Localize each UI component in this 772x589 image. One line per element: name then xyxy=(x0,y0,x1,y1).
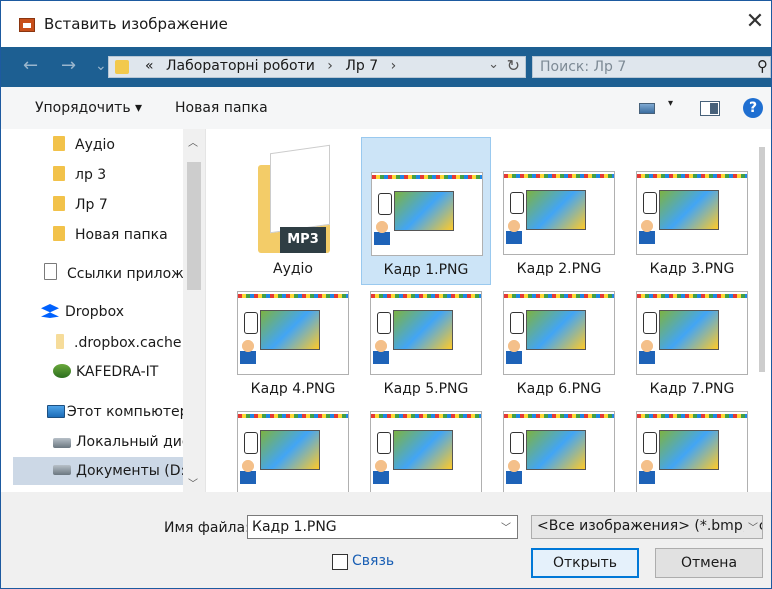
new-folder-button[interactable]: Новая папка xyxy=(175,100,268,116)
image-thumbnail xyxy=(636,411,748,492)
sidebar-item-dropbox[interactable]: Dropbox xyxy=(41,304,124,332)
image-thumbnail xyxy=(237,291,349,375)
file-tile-kadr-11[interactable] xyxy=(627,377,757,492)
scrollbar-thumb[interactable] xyxy=(187,162,201,290)
navigation-pane: Аудіо лр 3 Лр 7 Новая папка Ссылки прило… xyxy=(1,129,205,492)
address-bar[interactable]: « Лабораторні роботи › Лр 7 › ⌄ ↻ xyxy=(108,56,526,78)
title-bar: Вставить изображение ✕ xyxy=(1,1,771,47)
image-thumbnail xyxy=(503,171,615,255)
disk-icon xyxy=(53,465,71,475)
filename-combobox[interactable]: ﹀ xyxy=(247,515,518,539)
sidebar-item-label: KAFEDRA-IT xyxy=(76,364,159,380)
recent-locations-button[interactable]: ⌄ xyxy=(95,55,107,77)
sidebar-item-label: Новая папка xyxy=(75,227,168,243)
document-icon xyxy=(44,263,57,280)
navigation-pane-scrollbar[interactable]: ︿ ﹀ xyxy=(183,129,205,492)
chevron-down-icon[interactable]: ﹀ xyxy=(501,519,511,534)
sidebar-item-audio[interactable]: Аудіо xyxy=(53,136,115,164)
sidebar-item-label: Ссылки приложен xyxy=(67,266,202,282)
sidebar-item-label: Локальный диск xyxy=(76,434,199,450)
file-tile-kadr-9[interactable] xyxy=(361,377,491,492)
sidebar-item-label: Этот компьютер xyxy=(67,404,189,420)
sidebar-item-documents-d[interactable]: Документы (D:) xyxy=(13,457,191,485)
audio-folder-icon: MP3 xyxy=(250,144,338,257)
image-thumbnail xyxy=(237,411,349,492)
toolbar: Упорядочить ▾ Новая папка ▾ ? xyxy=(1,87,771,129)
image-thumbnail xyxy=(370,291,482,375)
back-button[interactable]: ← xyxy=(23,55,38,77)
image-thumbnail xyxy=(503,291,615,375)
dialog-title: Вставить изображение xyxy=(44,15,228,33)
insert-image-dialog: Вставить изображение ✕ ← → ⌄ « Лаборатор… xyxy=(0,0,772,589)
refresh-icon[interactable]: ↻ xyxy=(507,56,520,75)
scroll-up-icon[interactable]: ︿ xyxy=(188,134,198,149)
close-button[interactable]: ✕ xyxy=(743,9,767,35)
image-thumbnail xyxy=(371,172,483,256)
address-dropdown-icon[interactable]: ⌄ xyxy=(488,57,499,72)
link-checkbox-label[interactable]: Связь xyxy=(352,553,394,569)
sidebar-item-label: .dropbox.cache xyxy=(74,335,182,351)
folder-icon xyxy=(53,166,65,181)
sidebar-item-lr3[interactable]: лр 3 xyxy=(53,166,106,194)
network-icon xyxy=(53,364,71,378)
sidebar-item-dropbox-cache[interactable]: .dropbox.cache xyxy=(56,334,181,362)
help-icon[interactable]: ? xyxy=(743,98,763,118)
image-thumbnail xyxy=(636,171,748,255)
sidebar-item-label: Документы (D:) xyxy=(76,463,191,479)
navigation-bar: ← → ⌄ « Лабораторні роботи › Лр 7 › ⌄ ↻ … xyxy=(1,47,771,87)
image-thumbnail xyxy=(370,411,482,492)
file-tile-kadr-8[interactable] xyxy=(228,377,358,492)
sidebar-item-label: Лр 7 xyxy=(75,197,108,213)
search-input[interactable]: Поиск: Лр 7 ⚲ xyxy=(532,56,771,78)
chevron-down-icon[interactable]: ﹀ xyxy=(744,519,758,534)
breadcrumb-overflow[interactable]: « xyxy=(145,58,154,74)
folder-icon xyxy=(115,60,129,74)
breadcrumb-item[interactable]: Лабораторні роботи xyxy=(166,58,315,74)
image-thumbnail xyxy=(636,291,748,375)
computer-icon xyxy=(47,405,65,418)
cancel-button[interactable]: Отмена xyxy=(655,548,763,578)
dialog-footer: Имя файла: ﹀ <Все изображения> (*.bmp;*.… xyxy=(1,492,771,588)
scrollbar-thumb[interactable] xyxy=(759,147,765,372)
sidebar-item-kafedra-it[interactable]: KAFEDRA-IT xyxy=(53,364,158,392)
breadcrumb-item[interactable]: Лр 7 xyxy=(345,58,378,74)
scroll-down-icon[interactable]: ﹀ xyxy=(188,475,198,490)
file-type-value: <Все изображения> (*.bmp;*.c xyxy=(537,518,763,534)
dropbox-icon xyxy=(41,304,59,318)
filename-label: Имя файла: xyxy=(164,520,250,536)
open-button[interactable]: Открыть xyxy=(531,548,639,578)
link-checkbox[interactable] xyxy=(332,554,348,570)
file-list-scrollbar[interactable] xyxy=(753,129,771,492)
mp3-badge: MP3 xyxy=(280,227,326,253)
file-list: MP3 Аудіо Кадр 1.PNG Кадр 2.PNG Кадр 3.P… xyxy=(205,129,771,492)
app-icon xyxy=(19,18,35,32)
sidebar-item-lr7[interactable]: Лр 7 xyxy=(53,196,108,224)
filename-field[interactable] xyxy=(252,518,482,536)
breadcrumb-separator[interactable]: › xyxy=(391,58,397,74)
file-type-select[interactable]: <Все изображения> (*.bmp;*.c ﹀ xyxy=(531,515,763,539)
organize-button[interactable]: Упорядочить ▾ xyxy=(35,100,142,116)
forward-button[interactable]: → xyxy=(61,55,76,77)
disk-icon xyxy=(53,438,71,448)
search-placeholder: Поиск: Лр 7 xyxy=(540,59,627,75)
breadcrumb: « Лабораторні роботи › Лр 7 › xyxy=(145,58,404,74)
preview-pane-icon[interactable] xyxy=(700,101,720,116)
file-tile-kadr-10[interactable] xyxy=(494,377,624,492)
sidebar-item-new-folder[interactable]: Новая папка xyxy=(53,226,168,254)
folder-icon xyxy=(53,226,65,241)
sidebar-item-links[interactable]: Ссылки приложен xyxy=(44,263,202,291)
folder-icon xyxy=(53,196,65,211)
change-view-icon[interactable] xyxy=(639,103,655,114)
folder-icon xyxy=(56,334,64,349)
view-dropdown-icon[interactable]: ▾ xyxy=(668,98,673,109)
search-icon[interactable]: ⚲ xyxy=(757,57,768,75)
folder-icon xyxy=(53,136,65,151)
breadcrumb-separator[interactable]: › xyxy=(327,58,333,74)
sidebar-item-label: Dropbox xyxy=(65,304,124,320)
sidebar-item-label: лр 3 xyxy=(75,167,107,183)
image-thumbnail xyxy=(503,411,615,492)
sidebar-item-this-pc[interactable]: Этот компьютер xyxy=(47,404,189,432)
sidebar-item-label: Аудіо xyxy=(75,137,115,153)
